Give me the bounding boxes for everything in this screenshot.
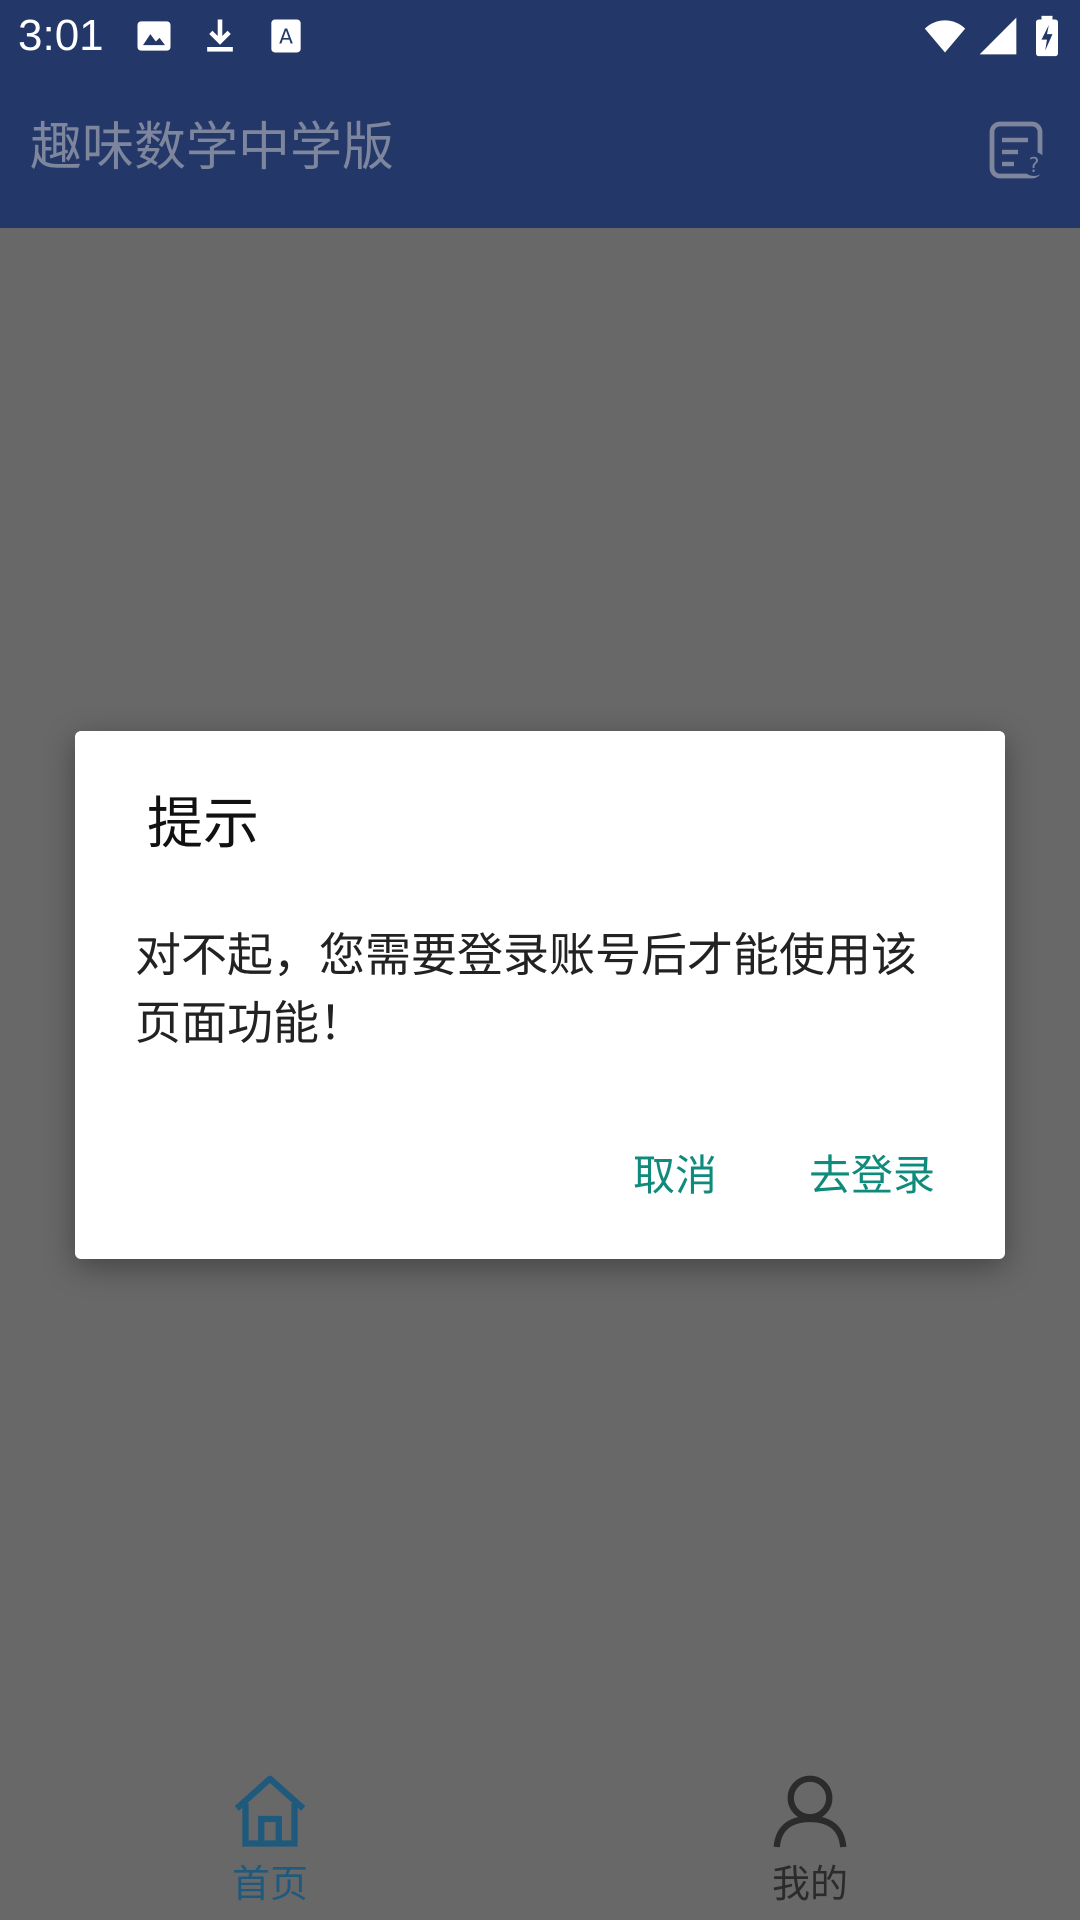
app-bar: 趣味数学中学版 ?: [0, 72, 1080, 228]
download-icon: [207, 19, 233, 52]
wifi-icon: [924, 20, 966, 53]
dialog-title: 提示: [147, 792, 259, 857]
person-icon: [773, 1775, 847, 1848]
login-required-dialog: 提示 对不起，您需要登录账号后才能使用该页面功能！ 取消 去登录: [75, 731, 1005, 1259]
app-title: 趣味数学中学版: [30, 118, 395, 178]
font-icon: A: [271, 19, 301, 53]
status-bar: 3:01 A: [0, 0, 1080, 72]
svg-text:?: ?: [1029, 153, 1040, 177]
battery-charging-icon: [1036, 15, 1058, 57]
cancel-button[interactable]: 取消: [633, 1139, 717, 1213]
nav-item-mine[interactable]: 我的: [710, 1770, 910, 1910]
svg-text:A: A: [279, 24, 293, 48]
home-icon: [234, 1775, 306, 1847]
go-login-button[interactable]: 去登录: [809, 1139, 935, 1213]
help-document-icon[interactable]: ?: [988, 120, 1048, 180]
nav-item-home[interactable]: 首页: [170, 1770, 370, 1910]
nav-label-home: 首页: [231, 1862, 308, 1906]
status-time: 3:01: [18, 11, 104, 60]
signal-icon: [979, 17, 1017, 55]
bottom-nav: 首页 我的: [0, 1750, 1080, 1920]
dialog-message: 对不起，您需要登录账号后才能使用该页面功能！: [135, 928, 917, 1050]
nav-label-mine: 我的: [771, 1862, 848, 1906]
image-icon: [137, 21, 171, 51]
